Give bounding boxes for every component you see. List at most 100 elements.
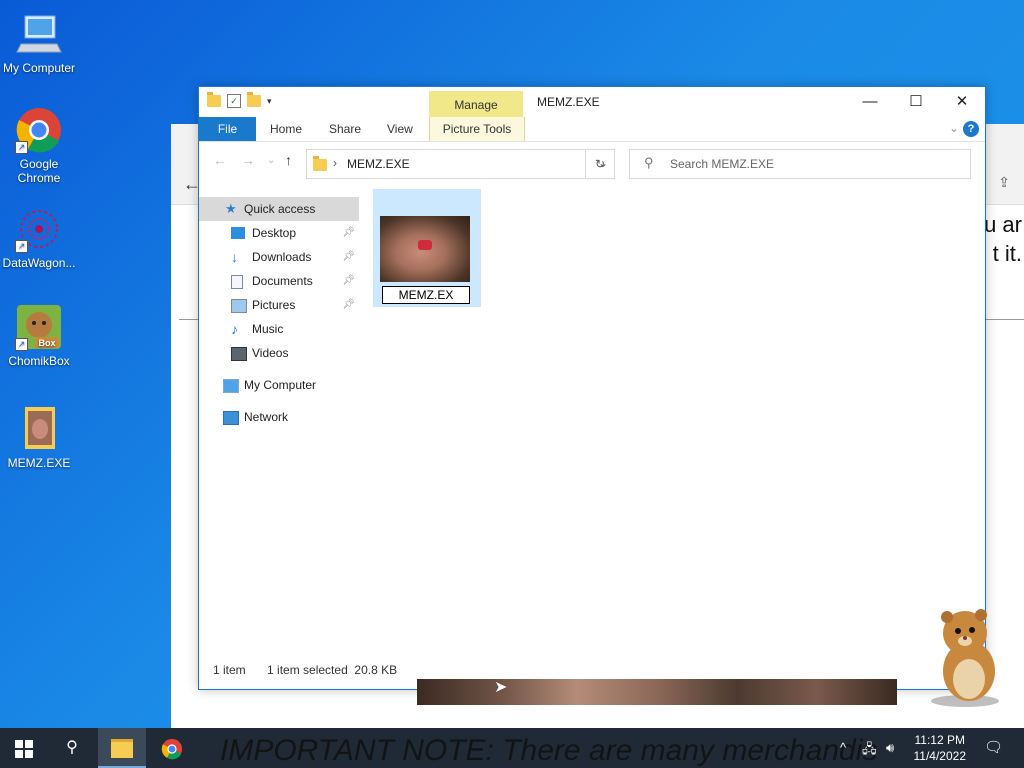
navigation-pane: ★ Quick access Desktop 📌︎ ↓ Downloads 📌︎… [199,197,359,429]
desktop-icon-label: My Computer [2,61,76,75]
up-arrow-icon[interactable]: ↑ [285,152,292,168]
tab-file[interactable]: File [199,117,256,141]
network-icon [223,411,239,425]
desktop-icon-my-computer[interactable]: My Computer [1,10,77,75]
folder-icon [313,156,327,171]
image-file-icon [15,405,63,453]
nav-desktop[interactable]: Desktop 📌︎ [199,221,359,245]
recent-chevron-icon[interactable]: ⌄ [267,155,275,166]
pin-icon[interactable]: 📌︎ [342,245,355,269]
minimize-button[interactable]: — [847,87,893,117]
clock-date: 11/4/2022 [913,749,967,763]
desktop-icon-datawagon[interactable]: ↗ DataWagon... [1,205,77,270]
clock-time: 11:12 PM [914,733,965,747]
search-input[interactable]: ⚲ Search MEMZ.EXE [629,149,971,179]
chrome-icon [161,738,183,760]
desktop-icon-google-chrome[interactable]: ↗ Google Chrome [1,106,77,185]
search-icon: ⚲ [644,155,654,170]
refresh-button[interactable]: ↻ [585,149,615,179]
nav-my-computer[interactable]: My Computer [199,373,359,397]
start-button[interactable] [0,728,48,768]
maximize-button[interactable]: ☐ [893,87,939,117]
shortcut-arrow-icon: ↗ [15,141,28,154]
image-thumbnail [380,216,470,282]
desktop-icon-label: Google Chrome [17,157,61,185]
taskbar-chrome[interactable] [148,728,196,768]
desktop-icon-label: DataWagon... [2,256,76,270]
window-title: MEMZ.EXE [537,95,600,109]
nav-quick-access[interactable]: ★ Quick access [199,197,359,221]
datawagon-icon: ↗ [15,205,63,253]
back-icon[interactable]: ← [213,152,227,168]
address-bar[interactable]: › MEMZ.EXE ⌄ [306,149,615,179]
nav-network[interactable]: Network [199,405,359,429]
ribbon-tabs: File Home Share View Picture Tools ⌄ ? [199,117,985,142]
address-path: MEMZ.EXE [347,157,410,171]
taskbar: ⚲ IMPORTANT NOTE: There are many merchan… [0,728,1024,768]
network-tray-icon[interactable]: 🖧︎ [862,740,877,762]
tab-home[interactable]: Home [270,117,302,141]
notifications-icon[interactable]: 🗨︎ [984,738,1003,756]
forward-icon[interactable]: → [241,152,255,168]
pictures-icon [231,299,247,313]
desktop-icon [231,227,245,239]
desktop-icon-chomikbox[interactable]: Box ↗ ChomikBox [1,303,77,368]
nav-downloads[interactable]: ↓ Downloads 📌︎ [199,245,359,269]
videos-icon [231,347,247,361]
computer-icon [15,10,63,58]
chevron-down-icon[interactable]: ⌄ [949,121,959,135]
windows-icon [15,739,33,758]
close-button[interactable]: ✕ [939,87,985,117]
tab-manage[interactable]: Manage [429,91,523,117]
pin-icon[interactable]: 📌︎ [342,269,355,293]
quick-access-toolbar: ✓ ▾ [207,92,272,108]
star-icon: ★ [225,201,237,216]
overlay-image-strip [417,679,897,705]
document-icon [231,275,243,289]
chevron-right-icon: › [333,156,337,170]
nav-pictures[interactable]: Pictures 📌︎ [199,293,359,317]
status-bar: 1 item 1 item selected 20.8 KB [213,663,415,677]
chrome-icon: ↗ [15,106,63,154]
volume-icon[interactable]: 🔊︎ [886,740,894,756]
show-hidden-icons-icon[interactable]: ^ [840,740,846,755]
pin-icon[interactable]: 📌︎ [342,221,355,245]
search-placeholder: Search MEMZ.EXE [670,157,775,171]
tab-view[interactable]: View [387,117,413,141]
folder-icon [111,739,133,759]
nav-videos[interactable]: Videos [199,341,359,365]
tab-picture-tools[interactable]: Picture Tools [429,117,525,141]
desktop-icon-memz[interactable]: MEMZ.EXE [1,405,77,470]
download-icon: ↓ [231,249,238,265]
search-icon[interactable]: ⚲ [48,728,96,768]
computer-icon [223,379,239,393]
share-icon[interactable]: ⇪ [998,174,1010,191]
page-text-fragment: u ar t it. [984,212,1022,266]
desktop-icon-label: MEMZ.EXE [7,456,71,470]
tab-share[interactable]: Share [329,117,361,141]
taskbar-file-explorer[interactable] [98,728,146,768]
file-explorer-window: ✓ ▾ Manage MEMZ.EXE — ☐ ✕ File Home Shar… [198,86,986,690]
svg-text:Box: Box [38,338,55,348]
clock[interactable]: 11:12 PM 11/4/2022 [914,732,967,764]
selection-info: 1 item selected 20.8 KB [267,663,398,677]
new-folder-icon[interactable] [247,92,261,107]
mouse-cursor-icon: ➤ [494,679,508,696]
file-list: MEMZ.EX [359,181,985,659]
pin-icon[interactable]: 📌︎ [342,293,355,317]
item-count: 1 item [213,663,246,677]
overlay-note-text: IMPORTANT NOTE: There are many merchandi… [220,734,878,767]
help-icon[interactable]: ? [963,121,979,137]
rename-field[interactable]: MEMZ.EX [382,286,470,304]
music-icon: ♪ [231,321,238,337]
chevron-down-icon[interactable]: ▾ [267,96,272,107]
nav-documents[interactable]: Documents 📌︎ [199,269,359,293]
title-bar: ✓ ▾ Manage MEMZ.EXE — ☐ ✕ [199,87,985,117]
properties-icon[interactable]: ✓ [227,94,241,108]
file-item-selected[interactable]: MEMZ.EX [373,189,481,307]
shortcut-arrow-icon: ↗ [15,240,28,253]
hamster-mascot [925,605,1007,709]
shortcut-arrow-icon: ↗ [15,338,28,351]
nav-music[interactable]: ♪ Music [199,317,359,341]
address-row: ← → ⌄ ↑ › MEMZ.EXE ⌄ ↻ ⚲ Search MEMZ.EXE [199,142,985,182]
